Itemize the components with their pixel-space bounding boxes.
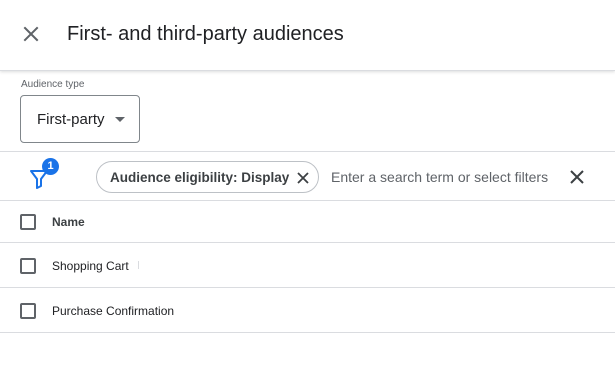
close-icon xyxy=(570,170,584,184)
filter-chip-label: Audience eligibility: Display xyxy=(110,170,290,185)
chip-remove-button[interactable] xyxy=(296,171,310,185)
arrow-drop-down-icon xyxy=(115,117,125,122)
close-icon xyxy=(297,172,309,184)
clear-filters-button[interactable] xyxy=(569,169,585,185)
row-checkbox[interactable] xyxy=(20,303,36,319)
audience-type-select[interactable]: First-party xyxy=(20,95,140,143)
filter-search-input[interactable] xyxy=(331,165,556,189)
audiences-dialog: First- and third-party audiences Audienc… xyxy=(0,0,615,385)
table-row: Shopping Cart xyxy=(0,243,615,288)
row-divider-mark xyxy=(138,261,139,269)
filter-bar: 1 Audience eligibility: Display xyxy=(0,151,615,201)
audience-name: Shopping Cart xyxy=(52,259,129,273)
audience-type-value: First-party xyxy=(37,111,105,128)
audience-type-label: Audience type xyxy=(21,79,85,90)
audience-name: Purchase Confirmation xyxy=(52,304,175,318)
select-all-checkbox[interactable] xyxy=(20,214,36,230)
table-row: Purchase Confirmation xyxy=(0,288,615,333)
table-header-row: Name xyxy=(0,201,615,243)
filter-button[interactable]: 1 xyxy=(30,158,59,190)
close-icon xyxy=(23,26,39,42)
close-dialog-button[interactable] xyxy=(19,22,43,46)
filter-chip-audience-eligibility[interactable]: Audience eligibility: Display xyxy=(96,161,319,193)
column-header-name[interactable]: Name xyxy=(52,215,85,229)
dialog-header: First- and third-party audiences xyxy=(0,0,615,71)
filter-count-badge: 1 xyxy=(42,158,59,175)
row-checkbox[interactable] xyxy=(20,258,36,274)
dialog-title: First- and third-party audiences xyxy=(67,23,344,45)
audiences-table: Name Shopping Cart Purchase Confirmation xyxy=(0,201,615,333)
